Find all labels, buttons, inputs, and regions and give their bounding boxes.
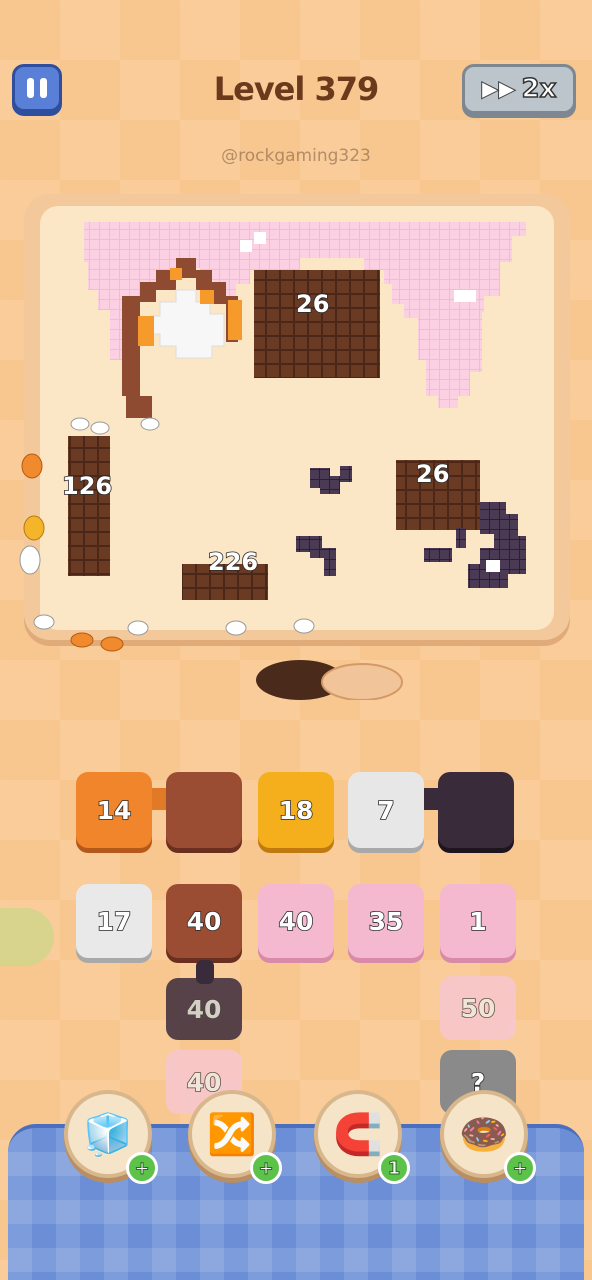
booster-badge: + xyxy=(250,1152,282,1184)
stack-block[interactable]: 1 xyxy=(440,884,516,958)
hole-cover xyxy=(321,663,403,700)
chocolate-bar-left xyxy=(68,436,110,576)
target-label: 126 xyxy=(61,471,113,501)
white-pixel xyxy=(240,240,252,252)
stack-block[interactable]: 40 xyxy=(258,884,334,958)
leaf-decoration xyxy=(0,908,54,966)
booster-badge: + xyxy=(504,1152,536,1184)
chocolate-bar-top xyxy=(254,270,380,378)
hidden-block: 40 xyxy=(166,978,242,1040)
donut-icon: 🍩 xyxy=(459,1111,509,1158)
target-label: 26 xyxy=(295,289,330,319)
booster-badge: 1 xyxy=(378,1152,410,1184)
hidden-block: 50 xyxy=(440,976,516,1040)
pixel-art-layer xyxy=(19,222,526,700)
target-label: 26 xyxy=(415,459,450,489)
queue-block[interactable]: 18 xyxy=(258,772,334,848)
magnet-icon: 🧲 xyxy=(333,1111,383,1158)
add-block-icon: 🧊 xyxy=(83,1111,133,1158)
queue-block[interactable]: 7 xyxy=(348,772,424,848)
booster-badge: + xyxy=(126,1152,158,1184)
queue-block[interactable] xyxy=(438,772,514,848)
stack-block[interactable]: 17 xyxy=(76,884,152,958)
stack-block[interactable]: 40 xyxy=(166,884,242,958)
target-label: 226 xyxy=(207,547,259,577)
queue-block[interactable]: 14 xyxy=(76,772,152,848)
queue-block[interactable] xyxy=(166,772,242,848)
swap-icon: 🔀 xyxy=(207,1111,257,1158)
stack-block[interactable]: 35 xyxy=(348,884,424,958)
